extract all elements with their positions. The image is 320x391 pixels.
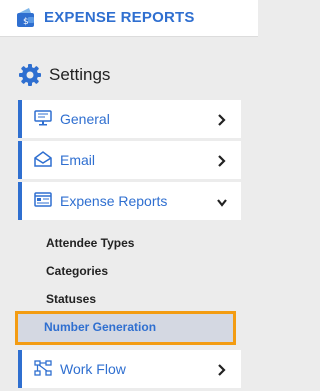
sub-item-statuses[interactable]: Statuses xyxy=(46,292,96,306)
nav-label-expense-reports: Expense Reports xyxy=(60,193,168,209)
chevron-right-icon xyxy=(217,113,227,126)
app-header: $ EXPENSE REPORTS xyxy=(0,0,258,37)
settings-title: Settings xyxy=(49,65,111,84)
gear-icon xyxy=(18,63,42,87)
nav-item-general[interactable]: General xyxy=(18,100,241,138)
nav-label-email: Email xyxy=(60,152,96,168)
sub-item-attendee-types[interactable]: Attendee Types xyxy=(46,236,134,250)
envelope-icon xyxy=(34,151,52,167)
report-window-icon xyxy=(34,192,52,208)
workflow-icon xyxy=(34,360,52,376)
nav-item-expense-reports[interactable]: Expense Reports xyxy=(18,182,241,220)
nav-item-email[interactable]: Email xyxy=(18,141,241,179)
chevron-right-icon xyxy=(217,363,227,376)
sub-item-number-generation-label: Number Generation xyxy=(44,320,157,334)
sub-item-number-generation[interactable]: Number Generation xyxy=(15,311,236,345)
nav-label-general: General xyxy=(60,111,110,127)
monitor-icon xyxy=(34,110,52,126)
chevron-right-icon xyxy=(217,154,227,167)
wallet-icon: $ xyxy=(16,6,36,28)
svg-text:$: $ xyxy=(23,17,29,27)
nav-item-work-flow[interactable]: Work Flow xyxy=(18,350,241,388)
app-title: EXPENSE REPORTS xyxy=(44,9,195,26)
nav-label-work-flow: Work Flow xyxy=(60,361,126,377)
chevron-down-icon xyxy=(217,195,227,207)
sub-item-categories[interactable]: Categories xyxy=(46,264,108,278)
